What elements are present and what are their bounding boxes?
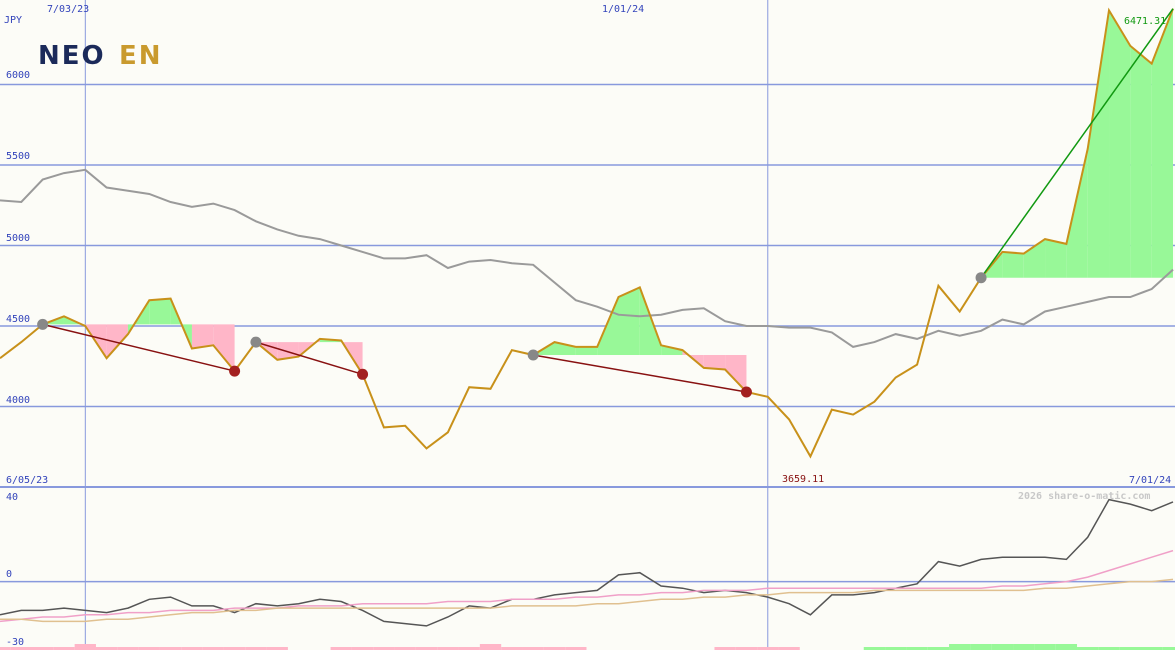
y-tick-label: 5000 xyxy=(6,233,30,244)
logo-part-b: EN xyxy=(119,41,163,71)
indicator-line xyxy=(0,549,1174,623)
indicator-bar xyxy=(970,644,992,650)
gain-area xyxy=(149,298,171,325)
date-label-2: 1/01/24 xyxy=(602,4,644,15)
exit-marker xyxy=(229,365,241,377)
currency-label: JPY xyxy=(4,15,22,26)
indicator-tick-label: 40 xyxy=(6,492,18,503)
y-tick-label: 4000 xyxy=(6,395,30,406)
grid xyxy=(0,0,1175,650)
gain-area xyxy=(1130,45,1152,278)
gain-area xyxy=(1087,10,1110,278)
logo-part-a: NEO xyxy=(38,41,106,71)
indicator-bar xyxy=(949,644,971,650)
min-value-label: 3659.11 xyxy=(782,474,824,485)
signal-fills xyxy=(42,8,1173,393)
entry-marker xyxy=(37,318,49,330)
indicator-tick-label: 0 xyxy=(6,569,12,580)
indicator-bar xyxy=(1034,644,1056,650)
y-tick-label: 5500 xyxy=(6,151,30,162)
y-tick-label: 4500 xyxy=(6,314,30,325)
exit-marker xyxy=(740,386,752,398)
indicator-bar xyxy=(1055,644,1078,650)
indicator-line xyxy=(0,578,1174,623)
entry-marker xyxy=(527,349,539,361)
y-tick-label: 6000 xyxy=(6,70,30,81)
indicator-bar xyxy=(1013,644,1035,650)
credit-label: 2026 share-o-matic.com xyxy=(1018,490,1150,502)
gain-area xyxy=(1045,239,1067,278)
price-chart: NEO EN JPY 7/03/23 1/01/24 6/05/23 7/01/… xyxy=(0,0,1175,650)
start-date-label: 6/05/23 xyxy=(6,475,48,486)
price-line xyxy=(0,7,1174,459)
indicator-bar xyxy=(991,644,1014,650)
gain-area xyxy=(1109,10,1131,278)
indicator-line xyxy=(0,498,1174,627)
gain-area xyxy=(1002,251,1024,278)
indicator-bar xyxy=(74,644,96,650)
max-value-label: 6471.31 xyxy=(1124,16,1166,27)
indicator-bar xyxy=(479,644,502,650)
date-label-1: 7/03/23 xyxy=(47,4,89,15)
chart-canvas: NEO EN JPY 7/03/23 1/01/24 6/05/23 7/01/… xyxy=(0,0,1175,650)
end-date-label: 7/01/24 xyxy=(1129,475,1171,486)
series-lines xyxy=(0,7,1174,459)
indicator-panel xyxy=(0,498,1175,650)
indicator-tick-label: -30 xyxy=(6,637,24,648)
gain-area xyxy=(1151,8,1173,278)
gain-area xyxy=(618,287,640,355)
entry-marker xyxy=(250,336,262,348)
gain-area xyxy=(1066,148,1088,278)
entry-marker xyxy=(975,272,987,284)
gain-area xyxy=(575,346,598,355)
exit-marker xyxy=(357,368,369,380)
